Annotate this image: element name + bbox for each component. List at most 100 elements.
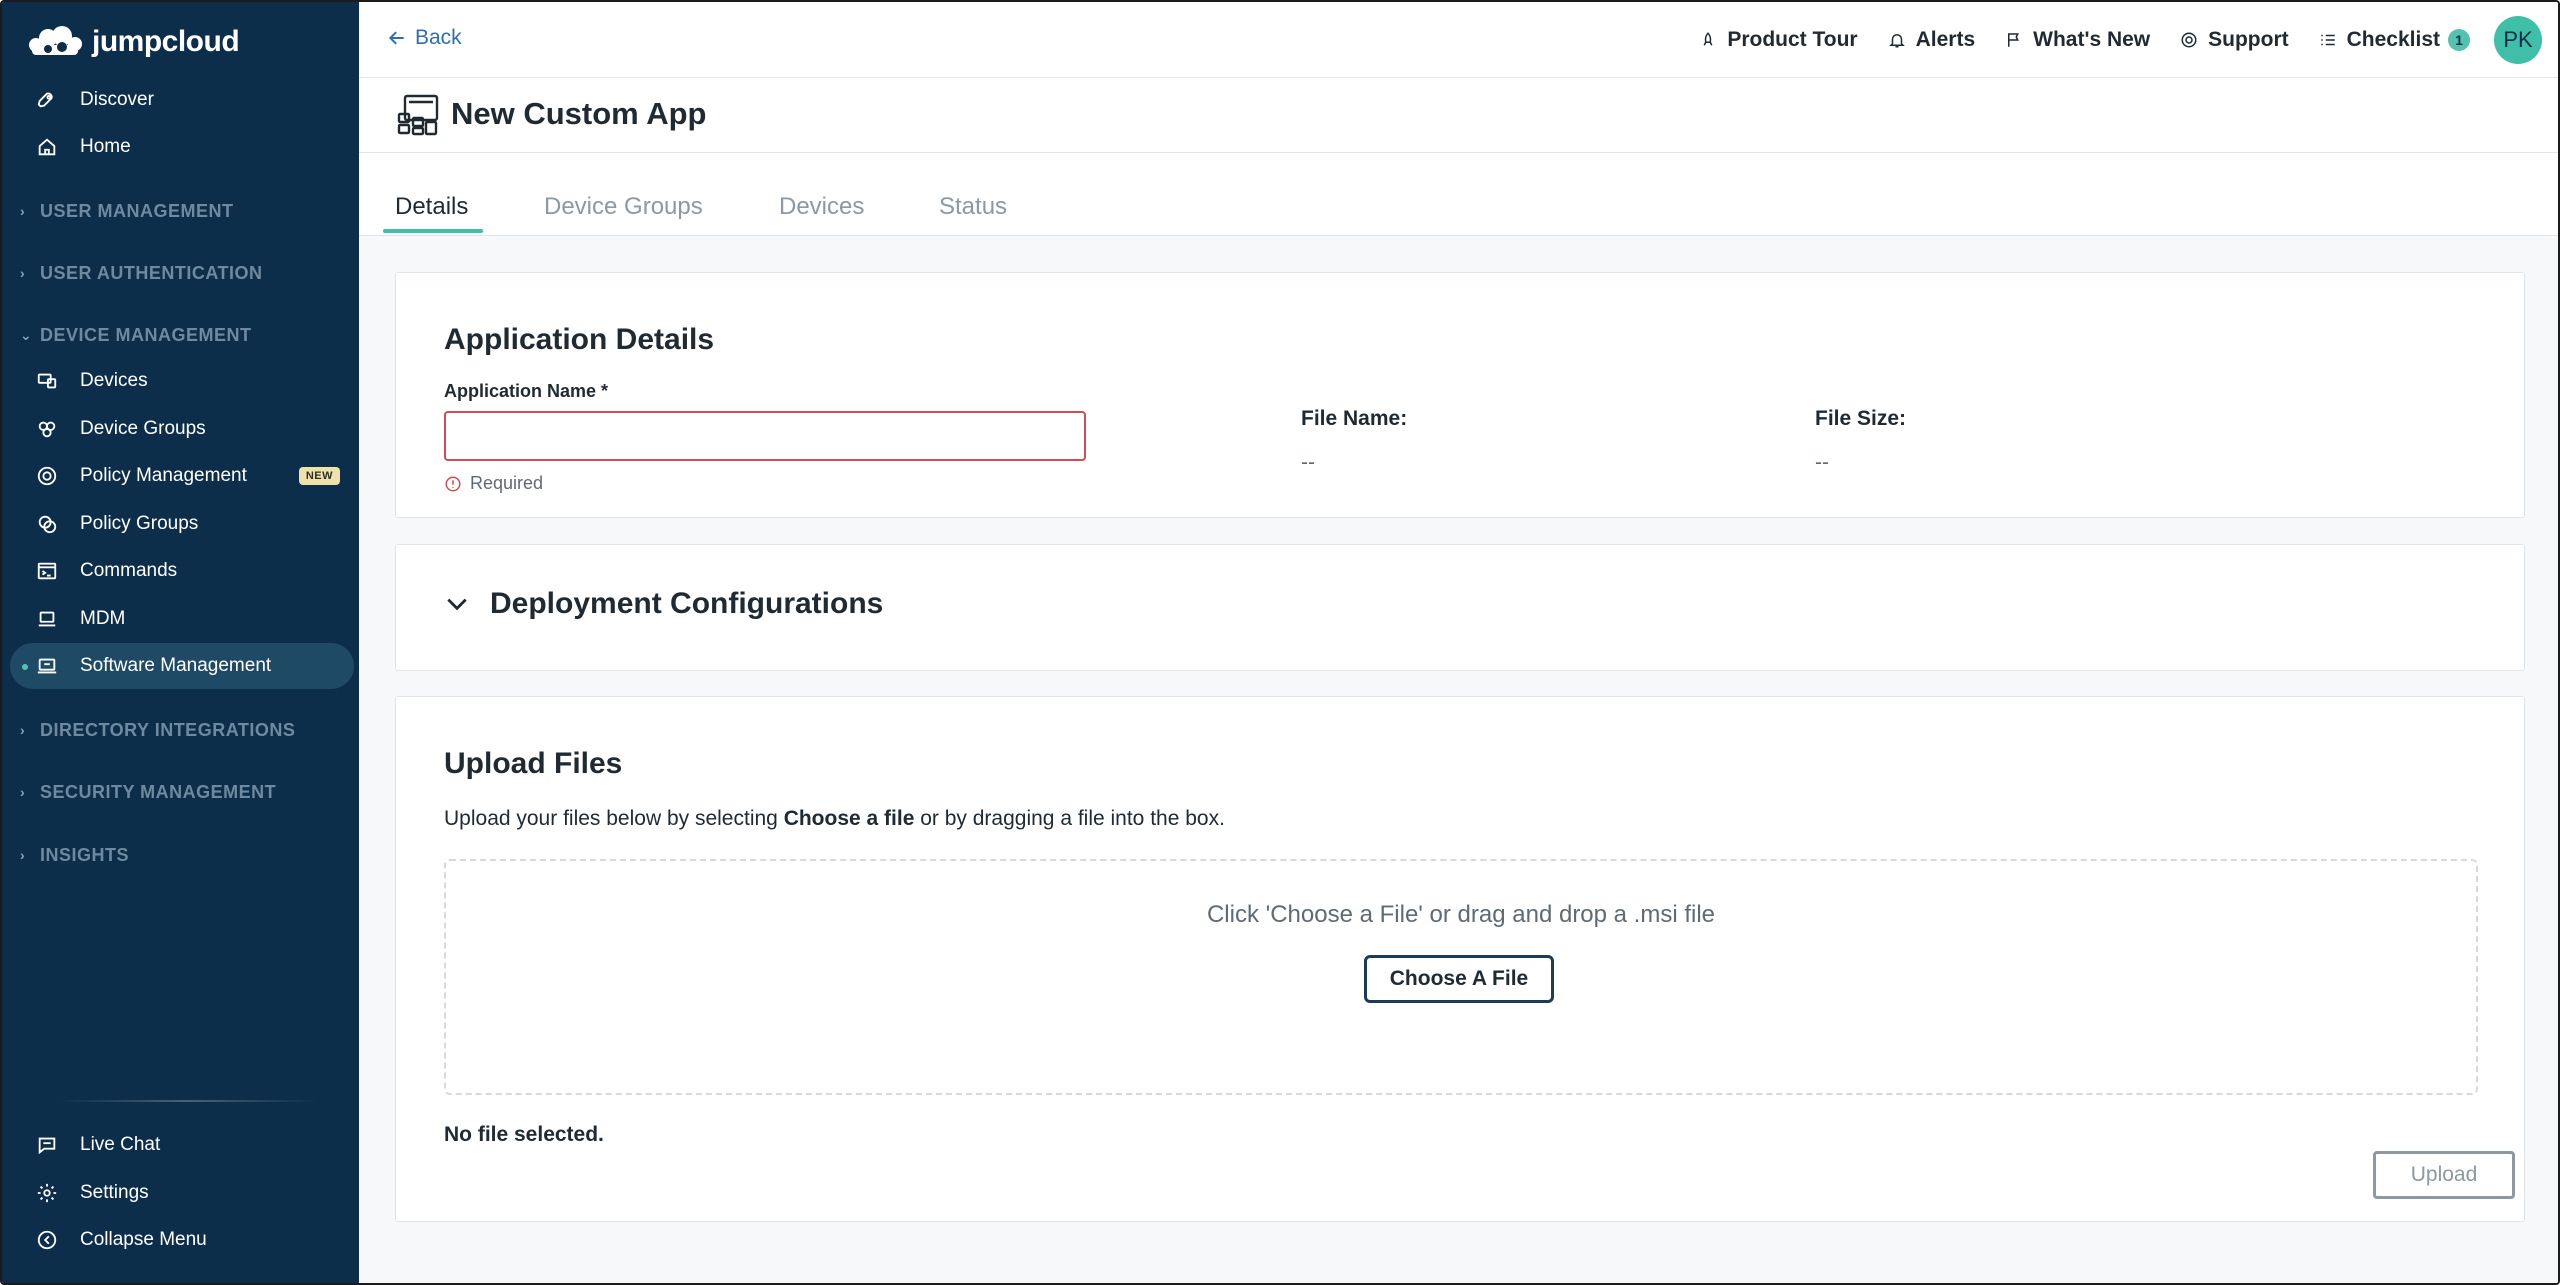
tab-devices[interactable]: Devices <box>779 193 864 221</box>
lifebuoy-icon <box>2181 32 2197 48</box>
checklist-count-badge: 1 <box>2448 29 2470 51</box>
sidebar-item-label: Live Chat <box>80 1134 161 1155</box>
tab-device-groups[interactable]: Device Groups <box>544 193 703 221</box>
section-user-management[interactable]: › USER MANAGEMENT <box>20 196 234 226</box>
alerts-label: Alerts <box>1915 28 1976 51</box>
top-bar: Back Product Tour Alerts What's New Supp… <box>359 2 2558 78</box>
file-size-value: -- <box>1815 451 1829 474</box>
tab-bar: Details Device Groups Devices Status <box>359 153 2558 236</box>
sidebar-divider <box>58 1100 318 1102</box>
chevron-right-icon: › <box>20 203 26 219</box>
file-size-label: File Size: <box>1815 407 1907 430</box>
checklist-link[interactable]: Checklist 1 <box>2319 28 2470 52</box>
sidebar-item-label: Software Management <box>80 655 272 676</box>
application-name-label: Application Name * <box>444 381 609 401</box>
section-directory-integrations[interactable]: › DIRECTORY INTEGRATIONS <box>20 715 295 745</box>
terminal-icon <box>36 560 58 582</box>
file-status: No file selected. <box>444 1123 604 1146</box>
sidebar-item-discover[interactable]: Discover <box>10 77 354 123</box>
sidebar-item-label: Device Groups <box>80 418 206 439</box>
upload-button[interactable]: Upload <box>2373 1151 2515 1199</box>
collapse-icon <box>36 1229 58 1251</box>
avatar[interactable]: PK <box>2494 16 2542 64</box>
sidebar-item-label: Devices <box>80 370 148 391</box>
alerts-link[interactable]: Alerts <box>1888 28 1976 52</box>
section-label: USER MANAGEMENT <box>40 200 234 221</box>
section-insights[interactable]: › INSIGHTS <box>20 840 129 870</box>
deployment-configurations-title: Deployment Configurations <box>490 587 884 620</box>
section-user-authentication[interactable]: › USER AUTHENTICATION <box>20 258 263 288</box>
sidebar-item-label: Home <box>80 136 131 157</box>
active-indicator <box>22 664 28 670</box>
sidebar-item-devices[interactable]: Devices <box>10 358 354 404</box>
jumpcloud-logo[interactable]: jumpcloud <box>24 20 240 64</box>
choose-file-button[interactable]: Choose A File <box>1364 955 1554 1003</box>
application-name-input[interactable] <box>444 411 1086 461</box>
section-device-management[interactable]: ⌄ DEVICE MANAGEMENT <box>20 320 252 350</box>
whats-new-link[interactable]: What's New <box>2005 28 2150 52</box>
tab-details[interactable]: Details <box>395 193 468 221</box>
error-icon <box>445 476 461 491</box>
chevron-down-icon[interactable] <box>444 591 470 617</box>
upload-desc-text: Upload your files below by selecting <box>444 807 784 830</box>
upload-files-card: Upload Files Upload your files below by … <box>395 696 2525 1222</box>
top-links: Product Tour Alerts What's New Support C… <box>1699 16 2542 64</box>
policy-icon <box>36 465 58 487</box>
flag-icon <box>2008 33 2020 47</box>
sidebar-item-commands[interactable]: Commands <box>10 548 354 594</box>
application-details-card: Application Details Application Name * R… <box>395 272 2525 518</box>
upload-description: Upload your files below by selecting Cho… <box>444 807 1225 831</box>
sidebar-item-label: MDM <box>80 608 126 629</box>
home-icon <box>36 136 58 158</box>
gear-icon <box>36 1182 58 1204</box>
chevron-down-icon: ⌄ <box>20 326 33 343</box>
section-security-management[interactable]: › SECURITY MANAGEMENT <box>20 777 276 807</box>
section-label: INSIGHTS <box>40 844 130 865</box>
section-label: SECURITY MANAGEMENT <box>40 781 277 802</box>
chevron-right-icon: › <box>20 265 26 281</box>
sidebar-item-home[interactable]: Home <box>10 124 354 170</box>
sidebar-item-policy-groups[interactable]: Policy Groups <box>10 501 354 547</box>
back-link[interactable]: Back <box>387 26 462 50</box>
checklist-icon <box>2320 34 2335 46</box>
sidebar-item-collapse-menu[interactable]: Collapse Menu <box>10 1217 354 1263</box>
rocket-icon <box>36 89 58 111</box>
chat-icon <box>36 1134 58 1156</box>
sidebar-item-software-management[interactable]: Software Management <box>10 643 354 689</box>
back-label: Back <box>415 26 462 49</box>
active-tab-indicator <box>383 229 483 233</box>
bell-icon <box>1888 34 1905 48</box>
sidebar-item-device-groups[interactable]: Device Groups <box>10 406 354 452</box>
support-link[interactable]: Support <box>2180 28 2289 52</box>
arrow-left-icon <box>388 31 404 45</box>
sidebar-item-label: Discover <box>80 89 154 110</box>
devices-icon <box>36 370 58 392</box>
file-name-value: -- <box>1301 451 1315 474</box>
sidebar-item-label: Settings <box>80 1182 149 1203</box>
device-groups-icon <box>36 418 58 440</box>
brand-name: jumpcloud <box>92 25 240 58</box>
sidebar-item-live-chat[interactable]: Live Chat <box>10 1122 354 1168</box>
deployment-configurations-card[interactable]: Deployment Configurations <box>395 544 2525 671</box>
app-window: jumpcloud Discover Home › USER MANAGEMEN… <box>0 0 2560 1285</box>
chevron-right-icon: › <box>20 784 26 800</box>
page-header: New Custom App <box>359 78 2558 153</box>
support-label: Support <box>2208 28 2289 51</box>
sidebar-item-label: Collapse Menu <box>80 1229 207 1250</box>
drop-hint: Click 'Choose a File' or drag and drop a… <box>1206 901 1716 928</box>
product-tour-link[interactable]: Product Tour <box>1699 28 1858 52</box>
error-text: Required <box>470 473 544 493</box>
tab-status[interactable]: Status <box>939 193 1007 221</box>
policy-groups-icon <box>36 513 58 535</box>
page-title: New Custom App <box>451 96 707 131</box>
product-tour-label: Product Tour <box>1727 28 1858 51</box>
upload-desc-text: or by dragging a file into the box. <box>914 807 1225 830</box>
sidebar-item-mdm[interactable]: MDM <box>10 596 354 642</box>
application-name-error: Required <box>444 473 543 494</box>
section-label: DIRECTORY INTEGRATIONS <box>40 719 296 740</box>
sidebar-item-policy-management[interactable]: Policy Management NEW <box>10 453 354 499</box>
file-dropzone[interactable]: Click 'Choose a File' or drag and drop a… <box>444 859 2478 1095</box>
rocket-icon <box>1703 32 1713 46</box>
sidebar-item-settings[interactable]: Settings <box>10 1170 354 1216</box>
cloud-logo-icon <box>29 26 82 55</box>
